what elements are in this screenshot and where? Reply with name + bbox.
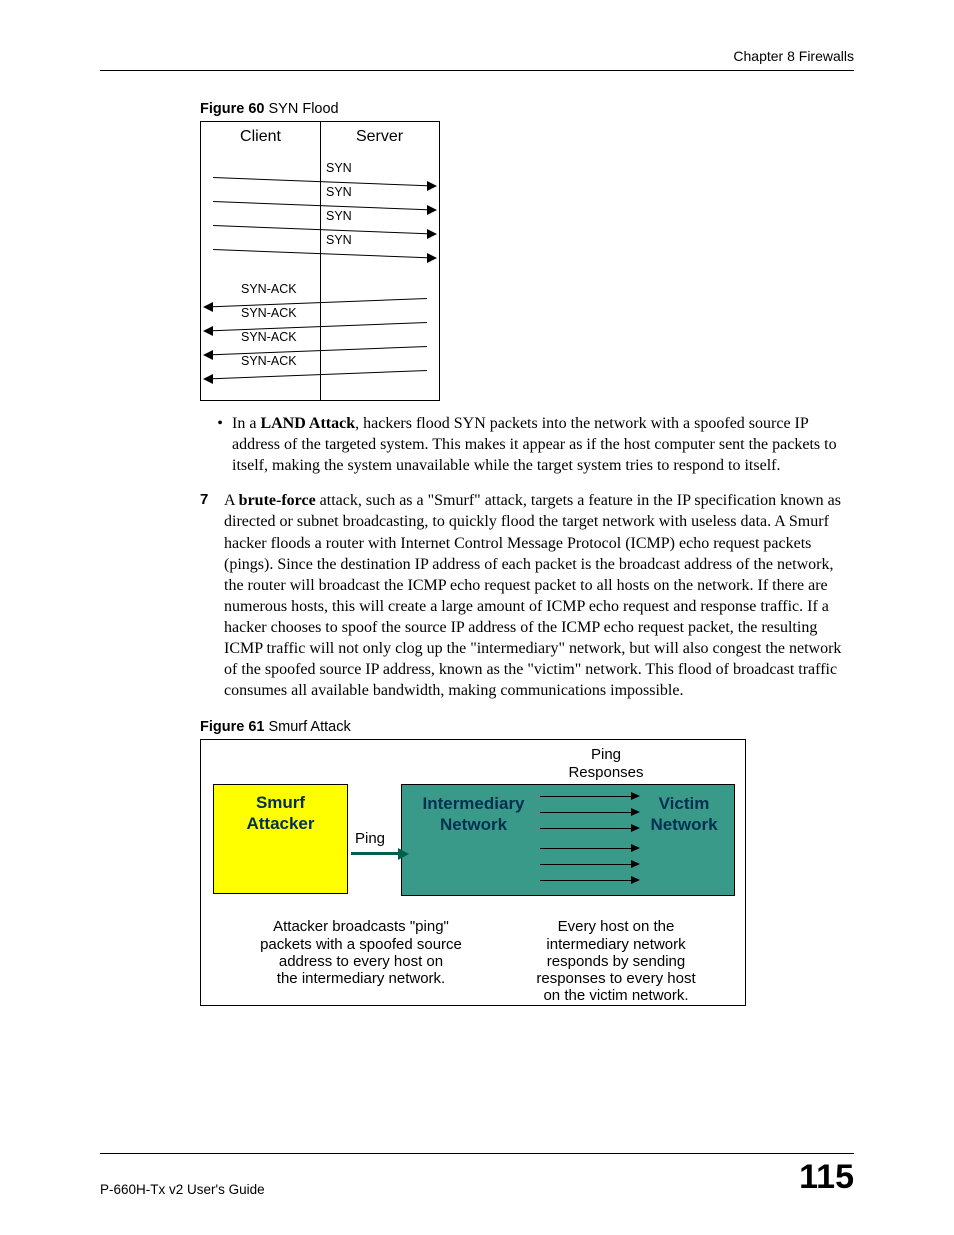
fig61-ping-label: Ping [355,830,385,847]
fig61-ping-responses-label: Ping Responses [536,746,676,781]
fig60-synack-label: SYN-ACK [241,354,297,368]
bullet-marker: • [208,413,232,476]
brute-force-paragraph: A brute-force attack, such as a "Smurf" … [224,490,854,701]
fig61-intermediary-label: Intermediary Network [411,794,536,835]
fig60-syn-label: SYN [326,209,352,223]
fig61-response-arrow [540,864,632,865]
fig61-smurf-attacker-box: Smurf Attacker [213,784,348,894]
fig61-response-arrow [540,828,632,829]
fig61-response-arrow [540,848,632,849]
figure-60-caption: Figure 60 SYN Flood [200,101,854,117]
fig61-ping-arrow [351,852,399,855]
chapter-header: Chapter 8 Firewalls [100,48,854,64]
fig60-synack-label: SYN-ACK [241,330,297,344]
fig60-client-header: Client [201,128,320,146]
fig61-explain-right: Every host on the intermediary network r… [511,918,721,1004]
figure-60-number: Figure 60 [200,101,264,117]
figure-61-caption: Figure 61 Smurf Attack [200,719,854,735]
fig60-syn-label: SYN [326,161,352,175]
fig61-response-arrow [540,812,632,813]
fig60-syn-label: SYN [326,185,352,199]
page-footer: P-660H-Tx v2 User's Guide 115 [100,1153,854,1197]
figure-61-number: Figure 61 [200,719,264,735]
fig60-syn-label: SYN [326,233,352,247]
list-number-7: 7 [200,490,224,701]
footer-page-number: 115 [799,1158,854,1197]
fig60-divider [320,122,321,400]
fig60-synack-label: SYN-ACK [241,306,297,320]
footer-guide-title: P-660H-Tx v2 User's Guide [100,1182,265,1197]
figure-60-syn-flood: Client Server SYN SYN SYN [200,121,440,401]
fig61-explain-left: Attacker broadcasts "ping" packets with … [241,918,481,987]
fig61-response-arrow [540,796,632,797]
fig61-response-arrow [540,880,632,881]
fig61-victim-label: Victim Network [639,794,729,835]
fig60-synack-label: SYN-ACK [241,282,297,296]
land-attack-paragraph: In a LAND Attack, hackers flood SYN pack… [232,413,854,476]
figure-61-smurf-attack: Ping Responses Smurf Attacker Intermedia… [200,739,746,1006]
fig60-server-header: Server [320,128,439,146]
figure-61-title: Smurf Attack [264,719,350,735]
header-rule [100,70,854,71]
figure-60-title: SYN Flood [264,101,338,117]
